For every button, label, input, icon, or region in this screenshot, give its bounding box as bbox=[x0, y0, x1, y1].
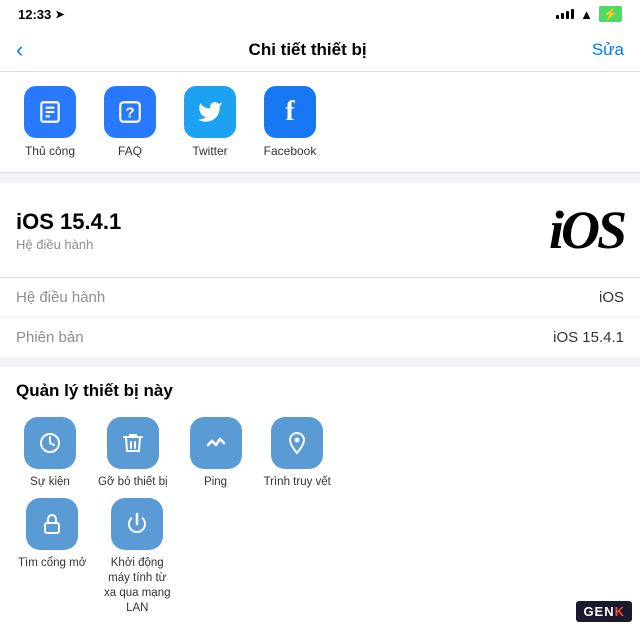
su-kien-icon bbox=[24, 417, 76, 469]
mgmt-trinh-truy-vet[interactable]: Trình truy vết bbox=[256, 413, 339, 494]
os-value: iOS bbox=[599, 289, 624, 306]
trinh-truy-vet-icon bbox=[271, 417, 323, 469]
faq-label: FAQ bbox=[118, 144, 142, 158]
back-button[interactable]: ‹ bbox=[16, 37, 23, 63]
action-thu-cong[interactable]: Thủ công bbox=[10, 86, 90, 158]
management-row-2: Tìm cổng mở Khởi động máy tính từ xa qua… bbox=[10, 494, 630, 620]
ios-info-block: iOS 15.4.1 Hệ điều hành iOS bbox=[0, 183, 640, 277]
go-bo-icon bbox=[107, 417, 159, 469]
mgmt-khoi-dong[interactable]: Khởi động máy tính từ xa qua mạng LAN bbox=[94, 494, 180, 620]
thu-cong-label: Thủ công bbox=[25, 144, 75, 158]
os-label: Hệ điều hành bbox=[16, 289, 105, 306]
watermark-prefix: GEN bbox=[583, 604, 614, 619]
action-faq[interactable]: ? FAQ bbox=[90, 86, 170, 158]
facebook-icon: f bbox=[264, 86, 316, 138]
watermark-suffix: K bbox=[615, 604, 625, 619]
back-chevron-icon: ‹ bbox=[16, 37, 23, 63]
status-bar: 12:33 ➤ ▲ ⚡ bbox=[0, 0, 640, 28]
facebook-label: Facebook bbox=[264, 144, 317, 158]
management-row-1: Sự kiện Gỡ bỏ thiết bị Ping bbox=[10, 413, 630, 494]
watermark: GENK bbox=[576, 601, 632, 622]
twitter-label: Twitter bbox=[192, 144, 227, 158]
info-row-version: Phiên bản iOS 15.4.1 bbox=[0, 318, 640, 357]
action-twitter[interactable]: Twitter bbox=[170, 86, 250, 158]
status-bar-right: ▲ ⚡ bbox=[556, 6, 622, 22]
mgmt-ping[interactable]: Ping bbox=[176, 413, 256, 494]
version-value: iOS 15.4.1 bbox=[553, 329, 624, 346]
khoi-dong-label: Khởi động máy tính từ xa qua mạng LAN bbox=[102, 556, 172, 616]
svg-text:?: ? bbox=[125, 104, 134, 121]
edit-button[interactable]: Sửa bbox=[592, 40, 624, 60]
time-display: 12:33 bbox=[18, 7, 51, 22]
version-label: Phiên bản bbox=[16, 329, 84, 346]
ping-label: Ping bbox=[204, 475, 227, 490]
go-bo-label: Gỡ bỏ thiết bị bbox=[98, 475, 168, 490]
faq-icon: ? bbox=[104, 86, 156, 138]
quick-actions-bar: Thủ công ? FAQ Twitter f Facebook bbox=[0, 72, 640, 173]
ios-info-left: iOS 15.4.1 Hệ điều hành bbox=[16, 209, 121, 252]
status-bar-left: 12:33 ➤ bbox=[18, 7, 64, 22]
mgmt-tim-cong-mo[interactable]: Tìm cổng mở bbox=[10, 494, 94, 620]
info-row-os: Hệ điều hành iOS bbox=[0, 278, 640, 318]
location-icon: ➤ bbox=[55, 8, 64, 21]
content-area: Thủ công ? FAQ Twitter f Facebook iOS 15… bbox=[0, 72, 640, 630]
page-title: Chi tiết thiết bị bbox=[249, 40, 367, 60]
mgmt-go-bo[interactable]: Gỡ bỏ thiết bị bbox=[90, 413, 176, 494]
wifi-icon: ▲ bbox=[580, 7, 593, 22]
nav-bar: ‹ Chi tiết thiết bị Sửa bbox=[0, 28, 640, 72]
khoi-dong-icon bbox=[111, 498, 163, 550]
mgmt-su-kien[interactable]: Sự kiện bbox=[10, 413, 90, 494]
tim-cong-mo-icon bbox=[26, 498, 78, 550]
twitter-icon bbox=[184, 86, 236, 138]
management-grid: Sự kiện Gỡ bỏ thiết bị Ping bbox=[10, 413, 630, 620]
battery-icon: ⚡ bbox=[599, 6, 622, 22]
management-title: Quản lý thiết bị này bbox=[10, 381, 630, 413]
ping-icon bbox=[190, 417, 242, 469]
su-kien-label: Sự kiện bbox=[30, 475, 70, 490]
thu-cong-icon bbox=[24, 86, 76, 138]
ios-logo: iOS bbox=[549, 199, 624, 261]
action-facebook[interactable]: f Facebook bbox=[250, 86, 330, 158]
ios-version: iOS 15.4.1 bbox=[16, 209, 121, 235]
tim-cong-mo-label: Tìm cổng mở bbox=[18, 556, 86, 571]
ios-subtitle: Hệ điều hành bbox=[16, 237, 121, 252]
trinh-truy-vet-label: Trình truy vết bbox=[264, 475, 331, 490]
management-section: Quản lý thiết bị này Sự kiện Gỡ bỏ thiết… bbox=[0, 367, 640, 630]
signal-icon bbox=[556, 9, 574, 19]
info-rows: Hệ điều hành iOS Phiên bản iOS 15.4.1 bbox=[0, 277, 640, 357]
